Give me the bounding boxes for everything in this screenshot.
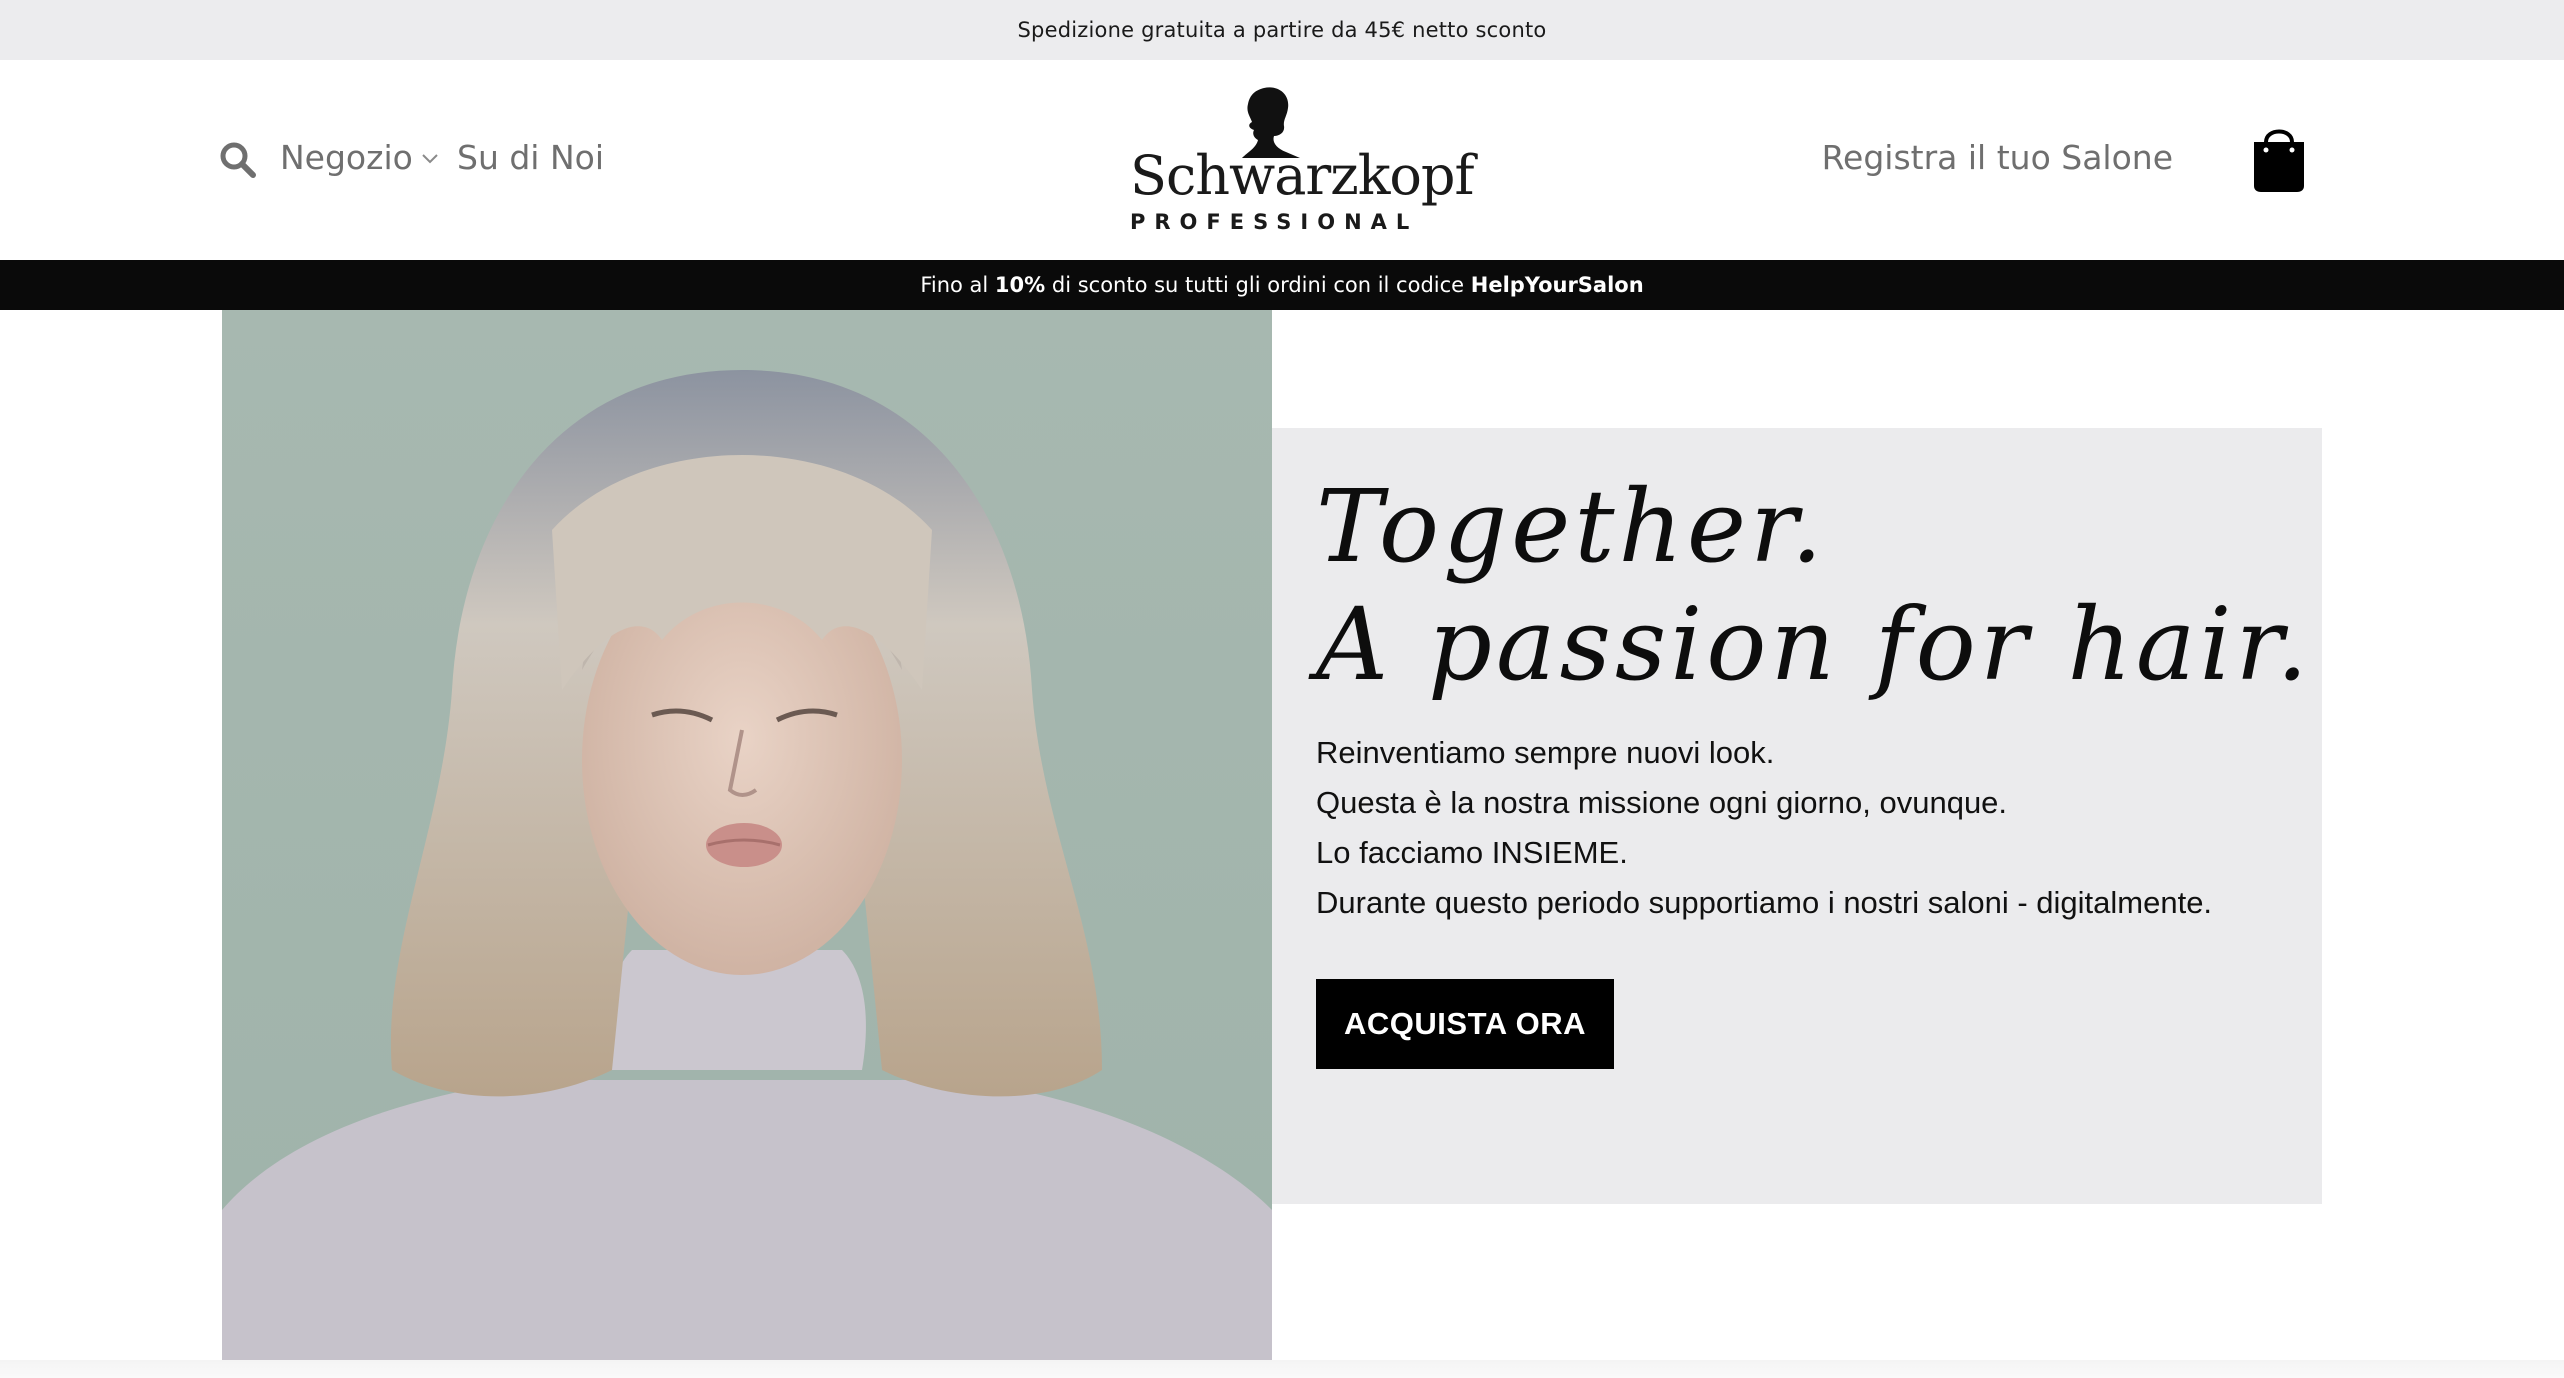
site-header: Negozio Su di Noi Schwarzkopf PROFESSION… xyxy=(0,60,2564,260)
hero-headline-line-1: Together. xyxy=(1316,468,1827,585)
hero-copy-line: Reinventiamo sempre nuovi look. xyxy=(1316,735,1775,770)
chevron-down-icon xyxy=(422,153,438,163)
shop-now-button[interactable]: ACQUISTA ORA xyxy=(1316,979,1614,1069)
promo-discount: 10% xyxy=(994,273,1046,297)
nav-shop-menu[interactable]: Negozio xyxy=(280,138,441,177)
shipping-announcement-bar: Spedizione gratuita a partire da 45€ net… xyxy=(0,0,2564,60)
logo-wordmark: Schwarzkopf xyxy=(1130,144,1474,207)
nav-shop-label: Negozio xyxy=(280,138,413,177)
hero-copy-line: Questa è la nostra missione ogni giorno,… xyxy=(1316,785,2008,820)
promo-code: HelpYourSalon xyxy=(1470,273,1644,297)
hero-copy-line: Durante questo periodo supportiamo i nos… xyxy=(1316,885,2213,920)
hero-copy: Reinventiamo sempre nuovi look. Questa è… xyxy=(1316,728,2212,928)
hero-model-image xyxy=(222,310,1272,1360)
search-icon[interactable] xyxy=(218,140,258,180)
register-salon-link[interactable]: Registra il tuo Salone xyxy=(1822,138,2173,177)
shipping-announcement-text: Spedizione gratuita a partire da 45€ net… xyxy=(1017,18,1547,42)
hero-headline-line-2: A passion for hair. xyxy=(1316,586,2313,703)
model-portrait-illustration xyxy=(222,310,1272,1360)
page-bottom-edge xyxy=(0,1360,2564,1378)
brand-logo[interactable]: Schwarzkopf PROFESSIONAL xyxy=(1130,86,1474,236)
promo-text-2: di sconto su tutti gli ordini con il cod… xyxy=(1045,273,1471,297)
promo-text-1: Fino al xyxy=(920,273,995,297)
promo-code-bar: Fino al 10% di sconto su tutti gli ordin… xyxy=(0,260,2564,310)
shopping-bag-icon[interactable] xyxy=(2250,122,2308,194)
hero-copy-line: Lo facciamo INSIEME. xyxy=(1316,835,1628,870)
logo-subtitle: PROFESSIONAL xyxy=(1130,210,1419,234)
nav-about-link[interactable]: Su di Noi xyxy=(457,138,604,177)
hero-headline: Together. A passion for hair. xyxy=(1316,468,2312,704)
hero-text-panel: Together. A passion for hair. Reinventia… xyxy=(1272,428,2322,1204)
